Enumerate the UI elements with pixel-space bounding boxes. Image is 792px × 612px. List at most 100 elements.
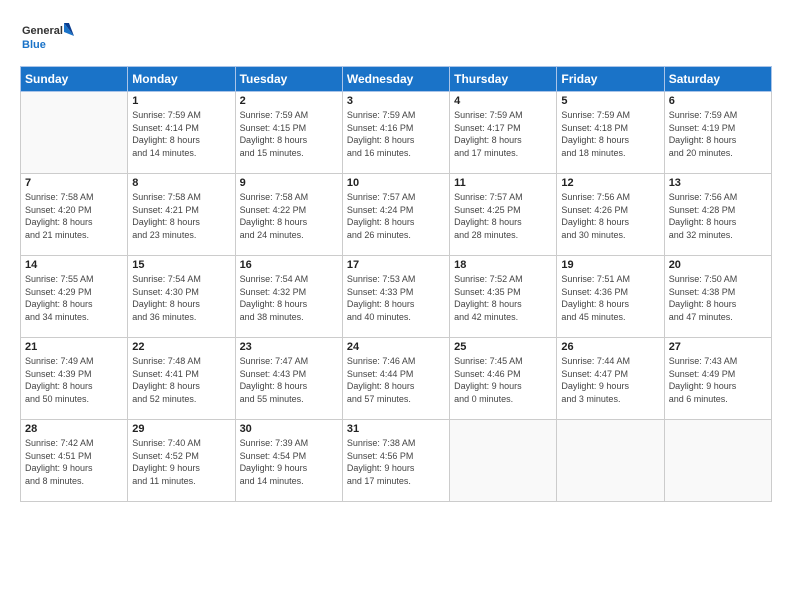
calendar-week-row: 7 Sunrise: 7:58 AM Sunset: 4:20 PM Daylig… (21, 174, 772, 256)
day-number: 4 (454, 95, 552, 107)
day-number: 2 (240, 95, 338, 107)
day-info: Sunrise: 7:51 AM Sunset: 4:36 PM Dayligh… (561, 273, 659, 323)
calendar-cell: 8 Sunrise: 7:58 AM Sunset: 4:21 PM Daylig… (128, 174, 235, 256)
day-number: 22 (132, 341, 230, 353)
calendar-cell (557, 420, 664, 502)
calendar-header-day: Thursday (450, 67, 557, 92)
day-info: Sunrise: 7:46 AM Sunset: 4:44 PM Dayligh… (347, 355, 445, 405)
calendar-cell: 16Sunrise: 7:54 AM Sunset: 4:32 PM Dayli… (235, 256, 342, 338)
day-info: Sunrise: 7:57 AM Sunset: 4:25 PM Dayligh… (454, 191, 552, 241)
calendar-cell: 17 Sunrise: 7:53 AM Sunset: 4:33 PM Dayli… (342, 256, 449, 338)
calendar-header-row: SundayMondayTuesdayWednesdayThursdayFrid… (21, 67, 772, 92)
calendar-header-day: Monday (128, 67, 235, 92)
calendar-cell: 30 Sunrise: 7:39 AM Sunset: 4:54 PM Dayli… (235, 420, 342, 502)
calendar-cell: 2 Sunrise: 7:59 AM Sunset: 4:15 PM Daylig… (235, 92, 342, 174)
day-number: 18 (454, 259, 552, 271)
logo: General Blue (20, 18, 75, 58)
calendar-header-day: Sunday (21, 67, 128, 92)
day-info: Sunrise: 7:59 AM Sunset: 4:14 PM Dayligh… (132, 109, 230, 159)
calendar-cell: 11 Sunrise: 7:57 AM Sunset: 4:25 PM Dayli… (450, 174, 557, 256)
day-info: Sunrise: 7:57 AM Sunset: 4:24 PM Dayligh… (347, 191, 445, 241)
day-number: 27 (669, 341, 767, 353)
day-info: Sunrise: 7:58 AM Sunset: 4:21 PM Dayligh… (132, 191, 230, 241)
day-number: 23 (240, 341, 338, 353)
svg-text:Blue: Blue (22, 39, 46, 51)
day-number: 7 (25, 177, 123, 189)
day-info: Sunrise: 7:45 AM Sunset: 4:46 PM Dayligh… (454, 355, 552, 405)
calendar-cell: 6Sunrise: 7:59 AM Sunset: 4:19 PM Daylig… (664, 92, 771, 174)
day-number: 25 (454, 341, 552, 353)
day-number: 13 (669, 177, 767, 189)
day-info: Sunrise: 7:42 AM Sunset: 4:51 PM Dayligh… (25, 437, 123, 487)
calendar-cell: 19 Sunrise: 7:51 AM Sunset: 4:36 PM Dayli… (557, 256, 664, 338)
calendar-cell: 24 Sunrise: 7:46 AM Sunset: 4:44 PM Dayli… (342, 338, 449, 420)
day-info: Sunrise: 7:48 AM Sunset: 4:41 PM Dayligh… (132, 355, 230, 405)
calendar-week-row: 28 Sunrise: 7:42 AM Sunset: 4:51 PM Dayli… (21, 420, 772, 502)
calendar-cell: 10 Sunrise: 7:57 AM Sunset: 4:24 PM Dayli… (342, 174, 449, 256)
day-info: Sunrise: 7:38 AM Sunset: 4:56 PM Dayligh… (347, 437, 445, 487)
calendar-table: SundayMondayTuesdayWednesdayThursdayFrid… (20, 66, 772, 502)
day-info: Sunrise: 7:56 AM Sunset: 4:26 PM Dayligh… (561, 191, 659, 241)
calendar-cell: 9 Sunrise: 7:58 AM Sunset: 4:22 PM Daylig… (235, 174, 342, 256)
day-number: 21 (25, 341, 123, 353)
calendar-cell: 29 Sunrise: 7:40 AM Sunset: 4:52 PM Dayli… (128, 420, 235, 502)
calendar-cell: 13 Sunrise: 7:56 AM Sunset: 4:28 PM Dayli… (664, 174, 771, 256)
calendar-cell: 12Sunrise: 7:56 AM Sunset: 4:26 PM Dayli… (557, 174, 664, 256)
day-number: 19 (561, 259, 659, 271)
logo-svg: General Blue (20, 18, 75, 58)
calendar-header-day: Friday (557, 67, 664, 92)
calendar-week-row: 1Sunrise: 7:59 AM Sunset: 4:14 PM Daylig… (21, 92, 772, 174)
day-info: Sunrise: 7:43 AM Sunset: 4:49 PM Dayligh… (669, 355, 767, 405)
calendar-header-day: Tuesday (235, 67, 342, 92)
day-number: 8 (132, 177, 230, 189)
day-number: 31 (347, 423, 445, 435)
day-number: 11 (454, 177, 552, 189)
calendar-week-row: 21 Sunrise: 7:49 AM Sunset: 4:39 PM Dayli… (21, 338, 772, 420)
calendar-cell: 4 Sunrise: 7:59 AM Sunset: 4:17 PM Daylig… (450, 92, 557, 174)
day-info: Sunrise: 7:59 AM Sunset: 4:17 PM Dayligh… (454, 109, 552, 159)
day-number: 15 (132, 259, 230, 271)
day-info: Sunrise: 7:39 AM Sunset: 4:54 PM Dayligh… (240, 437, 338, 487)
page-header: General Blue (20, 18, 772, 58)
day-info: Sunrise: 7:59 AM Sunset: 4:18 PM Dayligh… (561, 109, 659, 159)
day-info: Sunrise: 7:44 AM Sunset: 4:47 PM Dayligh… (561, 355, 659, 405)
calendar-cell: 14Sunrise: 7:55 AM Sunset: 4:29 PM Dayli… (21, 256, 128, 338)
day-info: Sunrise: 7:59 AM Sunset: 4:16 PM Dayligh… (347, 109, 445, 159)
calendar-cell (450, 420, 557, 502)
calendar-week-row: 14Sunrise: 7:55 AM Sunset: 4:29 PM Dayli… (21, 256, 772, 338)
day-info: Sunrise: 7:59 AM Sunset: 4:15 PM Dayligh… (240, 109, 338, 159)
day-info: Sunrise: 7:47 AM Sunset: 4:43 PM Dayligh… (240, 355, 338, 405)
calendar-cell: 27 Sunrise: 7:43 AM Sunset: 4:49 PM Dayli… (664, 338, 771, 420)
day-number: 10 (347, 177, 445, 189)
day-number: 30 (240, 423, 338, 435)
calendar-cell: 26 Sunrise: 7:44 AM Sunset: 4:47 PM Dayli… (557, 338, 664, 420)
day-info: Sunrise: 7:55 AM Sunset: 4:29 PM Dayligh… (25, 273, 123, 323)
calendar-cell: 15Sunrise: 7:54 AM Sunset: 4:30 PM Dayli… (128, 256, 235, 338)
day-info: Sunrise: 7:50 AM Sunset: 4:38 PM Dayligh… (669, 273, 767, 323)
day-number: 20 (669, 259, 767, 271)
calendar-cell: 28 Sunrise: 7:42 AM Sunset: 4:51 PM Dayli… (21, 420, 128, 502)
day-number: 3 (347, 95, 445, 107)
calendar-cell: 7 Sunrise: 7:58 AM Sunset: 4:20 PM Daylig… (21, 174, 128, 256)
day-info: Sunrise: 7:56 AM Sunset: 4:28 PM Dayligh… (669, 191, 767, 241)
day-number: 29 (132, 423, 230, 435)
day-number: 28 (25, 423, 123, 435)
day-info: Sunrise: 7:53 AM Sunset: 4:33 PM Dayligh… (347, 273, 445, 323)
day-info: Sunrise: 7:49 AM Sunset: 4:39 PM Dayligh… (25, 355, 123, 405)
day-info: Sunrise: 7:58 AM Sunset: 4:20 PM Dayligh… (25, 191, 123, 241)
calendar-cell: 22 Sunrise: 7:48 AM Sunset: 4:41 PM Dayli… (128, 338, 235, 420)
calendar-cell: 23 Sunrise: 7:47 AM Sunset: 4:43 PM Dayli… (235, 338, 342, 420)
calendar-cell: 18Sunrise: 7:52 AM Sunset: 4:35 PM Dayli… (450, 256, 557, 338)
calendar-cell (21, 92, 128, 174)
calendar-cell: 3 Sunrise: 7:59 AM Sunset: 4:16 PM Daylig… (342, 92, 449, 174)
calendar-header-day: Saturday (664, 67, 771, 92)
day-number: 26 (561, 341, 659, 353)
day-number: 9 (240, 177, 338, 189)
day-info: Sunrise: 7:59 AM Sunset: 4:19 PM Dayligh… (669, 109, 767, 159)
day-number: 24 (347, 341, 445, 353)
day-number: 5 (561, 95, 659, 107)
day-info: Sunrise: 7:40 AM Sunset: 4:52 PM Dayligh… (132, 437, 230, 487)
calendar-cell: 1Sunrise: 7:59 AM Sunset: 4:14 PM Daylig… (128, 92, 235, 174)
day-number: 17 (347, 259, 445, 271)
day-info: Sunrise: 7:58 AM Sunset: 4:22 PM Dayligh… (240, 191, 338, 241)
